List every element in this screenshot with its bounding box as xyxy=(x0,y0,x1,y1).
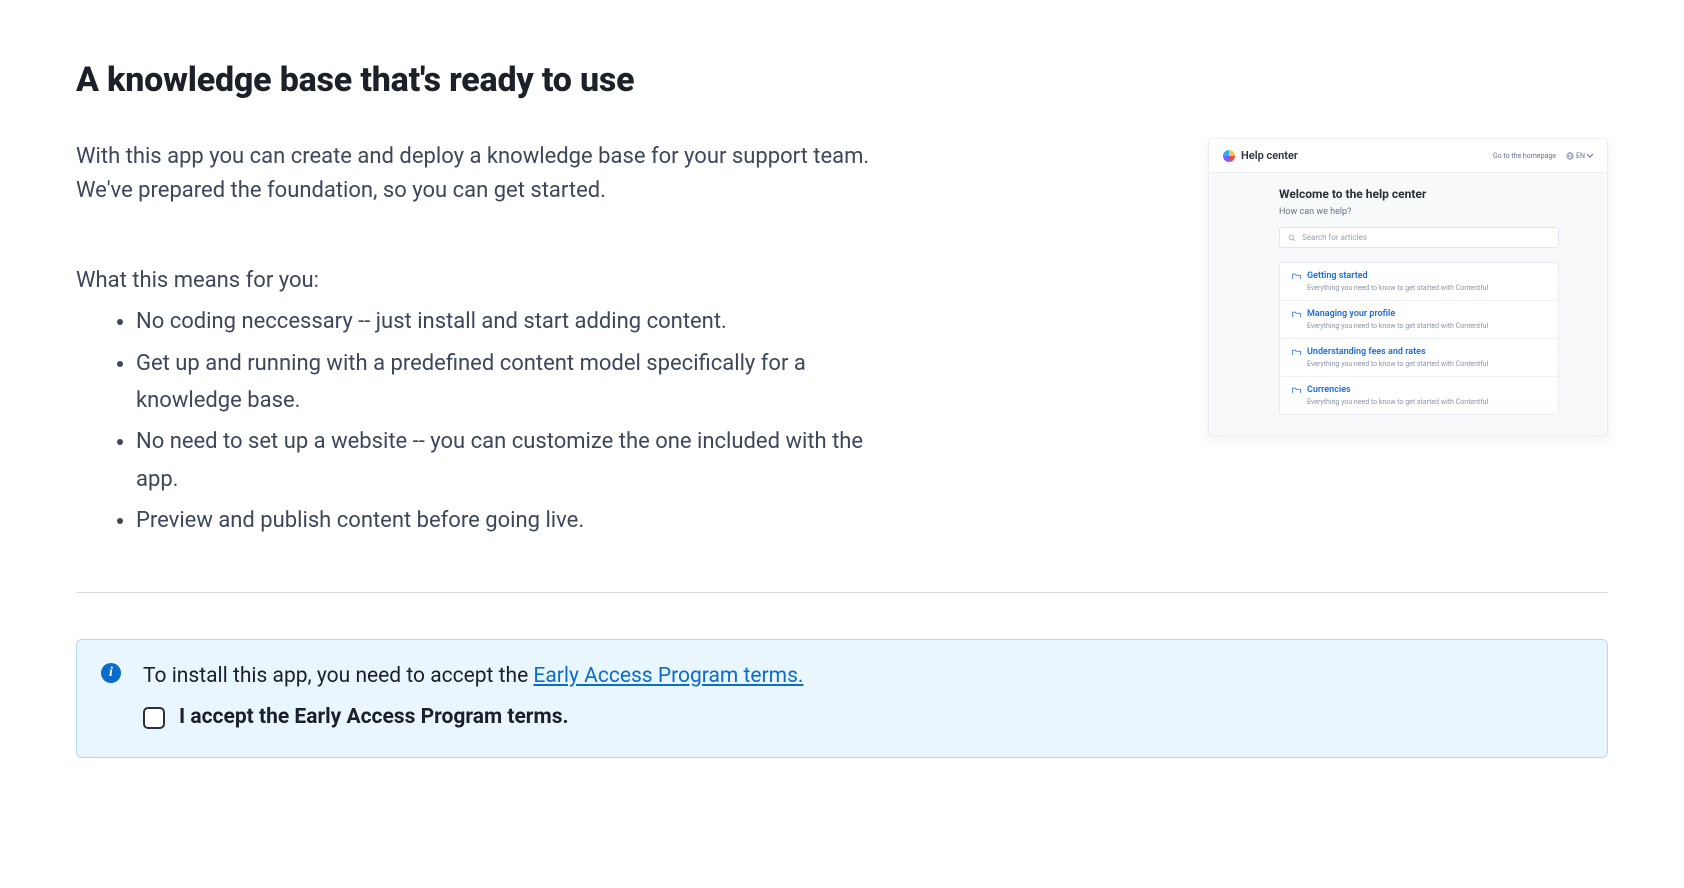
preview-search-box: Search for articles xyxy=(1279,227,1559,248)
logo-icon xyxy=(1223,150,1235,162)
benefits-subhead: What this means for you: xyxy=(76,268,896,293)
intro-paragraph: With this app you can create and deploy … xyxy=(76,140,896,208)
page-title: A knowledge base that's ready to use xyxy=(76,60,896,100)
preview-homepage-link: Go to the homepage xyxy=(1493,152,1556,160)
preview-item-sub: Everything you need to know to get start… xyxy=(1307,360,1546,368)
preview-brand: Help center xyxy=(1241,149,1298,162)
benefit-item: No need to set up a website -- you can c… xyxy=(136,423,896,498)
preview-category-item: Managing your profile Everything you nee… xyxy=(1280,301,1558,339)
chevron-down-icon xyxy=(1587,154,1593,158)
preview-category-item: Getting started Everything you need to k… xyxy=(1280,263,1558,301)
benefit-item: Get up and running with a predefined con… xyxy=(136,345,896,420)
folder-icon xyxy=(1292,387,1301,394)
preview-item-title: Currencies xyxy=(1307,385,1351,395)
folder-icon xyxy=(1292,273,1301,280)
benefits-list: No coding neccessary -- just install and… xyxy=(76,303,896,539)
preview-search-placeholder: Search for articles xyxy=(1302,233,1367,242)
preview-item-sub: Everything you need to know to get start… xyxy=(1307,322,1546,330)
preview-item-title: Getting started xyxy=(1307,271,1368,281)
preview-item-sub: Everything you need to know to get start… xyxy=(1307,398,1546,406)
preview-category-list: Getting started Everything you need to k… xyxy=(1279,262,1559,415)
benefit-item: Preview and publish content before going… xyxy=(136,502,896,539)
preview-lang: EN xyxy=(1576,152,1585,160)
globe-icon xyxy=(1566,152,1574,160)
accept-terms-label: I accept the Early Access Program terms. xyxy=(179,701,569,735)
folder-icon xyxy=(1292,311,1301,318)
accept-terms-checkbox[interactable] xyxy=(143,707,165,729)
info-icon: i xyxy=(101,663,121,683)
notice-text: To install this app, you need to accept … xyxy=(143,664,533,688)
preview-item-sub: Everything you need to know to get start… xyxy=(1307,284,1546,292)
folder-icon xyxy=(1292,349,1301,356)
preview-screenshot: Help center Go to the homepage EN Welcom… xyxy=(1208,138,1608,436)
section-divider xyxy=(76,592,1608,593)
preview-item-title: Managing your profile xyxy=(1307,309,1395,319)
preview-welcome: Welcome to the help center xyxy=(1279,187,1607,201)
preview-category-item: Currencies Everything you need to know t… xyxy=(1280,377,1558,414)
benefit-item: No coding neccessary -- just install and… xyxy=(136,303,896,340)
preview-category-item: Understanding fees and rates Everything … xyxy=(1280,339,1558,377)
preview-item-title: Understanding fees and rates xyxy=(1307,347,1426,357)
terms-notice: i To install this app, you need to accep… xyxy=(76,639,1608,758)
terms-link[interactable]: Early Access Program terms. xyxy=(533,664,803,688)
preview-help-question: How can we help? xyxy=(1279,207,1607,217)
search-icon xyxy=(1288,234,1296,242)
